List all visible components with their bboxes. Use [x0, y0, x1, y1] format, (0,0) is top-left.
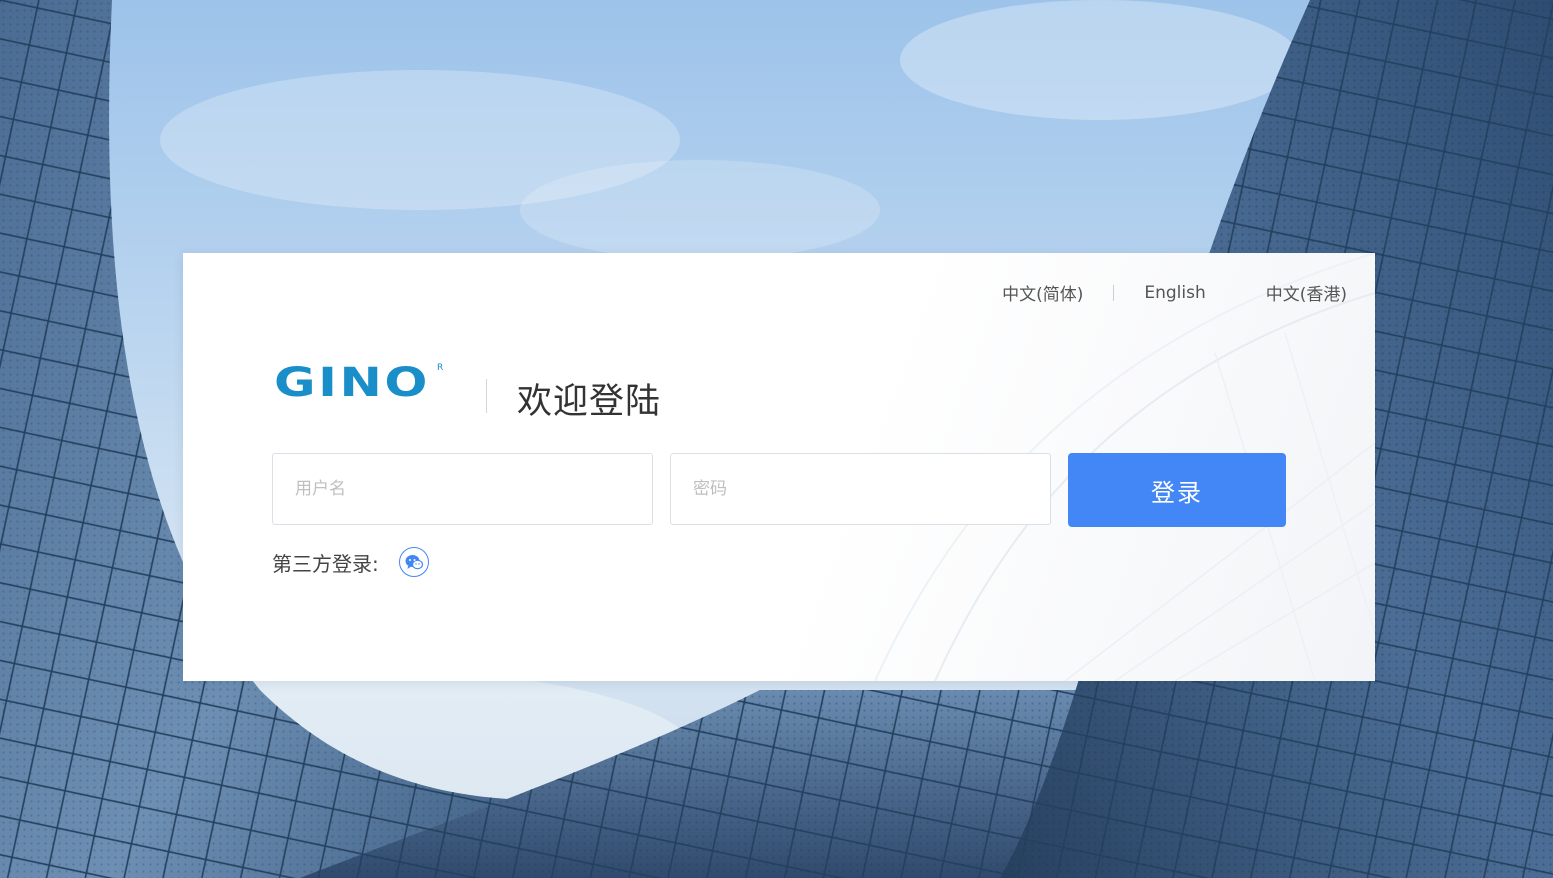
login-button[interactable]: 登录	[1068, 453, 1286, 527]
password-input[interactable]	[670, 453, 1051, 525]
gino-logo: GINO R	[274, 361, 443, 401]
lang-english[interactable]: English	[1144, 283, 1205, 303]
login-card: 中文(简体) English 中文(香港) GINO R 欢迎登陆 登录 第三方…	[183, 253, 1375, 681]
third-party-label: 第三方登录:	[272, 551, 379, 576]
lang-zh-hk[interactable]: 中文(香港)	[1266, 280, 1347, 305]
login-page: 中文(简体) English 中文(香港) GINO R 欢迎登陆 登录 第三方…	[0, 0, 1553, 878]
title-divider	[486, 379, 487, 413]
logo-wordmark: GINO	[274, 361, 430, 401]
wechat-icon	[405, 555, 423, 570]
lang-divider	[1113, 284, 1115, 301]
wechat-login-button[interactable]	[398, 547, 429, 577]
language-switcher: 中文(简体) English 中文(香港)	[1002, 280, 1347, 306]
username-input[interactable]	[272, 453, 653, 525]
registered-mark: R	[437, 363, 443, 373]
third-party-login: 第三方登录:	[272, 547, 429, 577]
page-title: 欢迎登陆	[517, 382, 662, 422]
lang-zh-cn[interactable]: 中文(简体)	[1002, 280, 1083, 305]
